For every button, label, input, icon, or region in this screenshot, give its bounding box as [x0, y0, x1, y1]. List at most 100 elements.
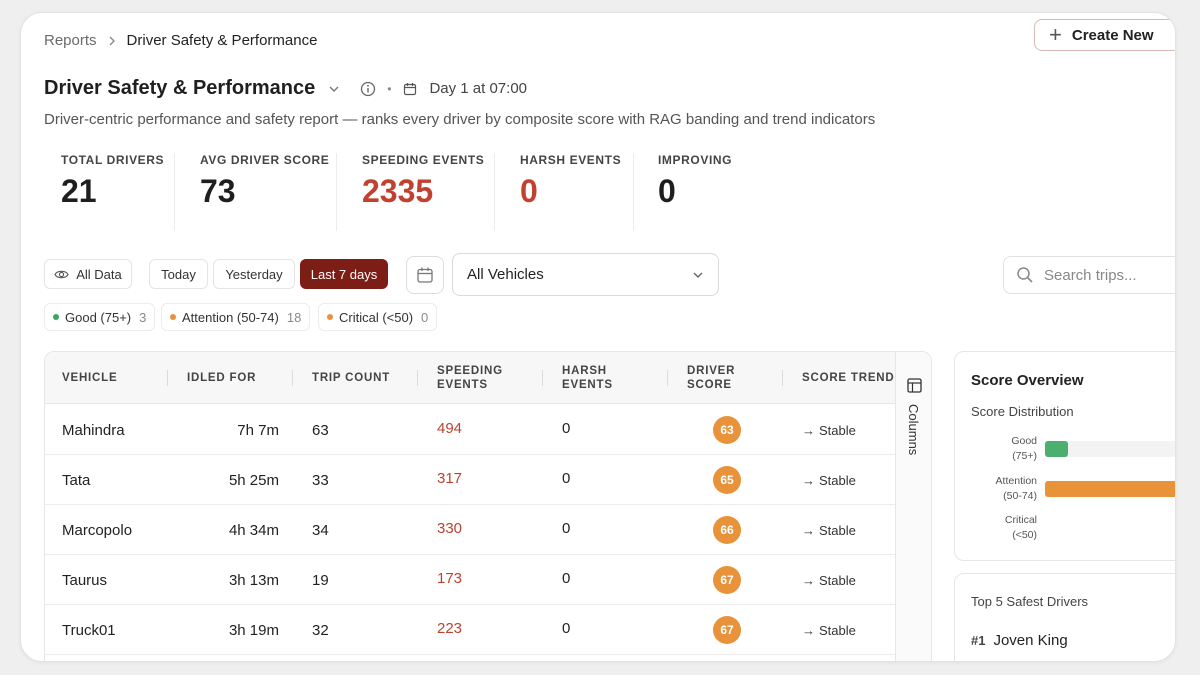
plus-icon: + — [1049, 22, 1062, 47]
band-attention-chip[interactable]: Attention (50-74) 18 — [161, 303, 311, 331]
safest-driver-item[interactable]: #1 Joven King — [971, 632, 1068, 649]
score-badge: 66 — [713, 516, 741, 544]
date-picker-button[interactable] — [406, 256, 444, 294]
arrow-right-icon: → — [802, 522, 815, 538]
arrow-right-icon: → — [802, 622, 815, 638]
kpi-value: 2335 — [362, 173, 434, 209]
safest-drivers-panel: Top 5 Safest Drivers #1 Joven King — [954, 573, 1175, 661]
kpi-total-drivers: TOTAL DRIVERS 21 — [61, 153, 164, 231]
band-dot — [53, 314, 59, 320]
dist-track — [1045, 481, 1175, 497]
trend-label: Stable — [819, 422, 856, 438]
breadcrumb: Reports Driver Safety & Performance — [44, 32, 317, 49]
dist-track — [1045, 441, 1175, 457]
table-row[interactable]: Marcopolo 4h 34m 34 330 0 66 → Stable — [45, 505, 895, 555]
header-idled-for[interactable]: IDLED FOR — [187, 352, 256, 404]
cell-idled-for: 7h 7m — [237, 421, 279, 439]
band-critical-chip[interactable]: Critical (<50) 0 — [318, 303, 438, 331]
kpi-divider — [633, 153, 634, 231]
column-divider — [782, 370, 783, 386]
info-icon[interactable] — [359, 80, 377, 98]
search-placeholder: Search trips... — [1044, 266, 1137, 284]
dist-label-range: (50-74) — [1003, 490, 1037, 502]
range-yesterday-button[interactable]: Yesterday — [213, 259, 295, 289]
header-trip-count[interactable]: TRIP COUNT — [312, 352, 390, 404]
kpi-divider — [336, 153, 337, 231]
cell-vehicle: Taurus — [62, 571, 108, 589]
dist-track — [1045, 520, 1175, 536]
cell-trip-count: 32 — [312, 621, 329, 639]
band-count: 0 — [421, 309, 429, 325]
band-label: Good (75+) — [65, 309, 132, 325]
dist-label-name: Critical — [1004, 514, 1037, 526]
kpi-label: IMPROVING — [658, 153, 733, 167]
page-title: Driver Safety & Performance — [44, 77, 316, 99]
dist-bar-good — [1045, 441, 1068, 457]
driver-rank: #1 — [971, 633, 986, 648]
search-trips-input[interactable]: Search trips... — [1003, 256, 1175, 294]
dist-label-attention: Attention (50-74) — [975, 474, 1037, 504]
cell-idled-for: 4h 34m — [228, 521, 279, 539]
kpi-improving: IMPROVING 0 — [658, 153, 732, 231]
title-row: Driver Safety & Performance • Day 1 at 0… — [44, 77, 527, 100]
range-today-button[interactable]: Today — [149, 259, 208, 289]
header-speeding-events[interactable]: SPEEDING EVENTS — [437, 352, 527, 404]
header-harsh-events[interactable]: HARSH EVENTS — [562, 352, 632, 404]
cell-driver-score: 63 — [713, 405, 741, 455]
trend-label: Stable — [819, 572, 856, 588]
table-row[interactable]: Truck01 3h 19m 32 223 0 67 → Stable — [45, 605, 895, 655]
header-driver-score[interactable]: DRIVER SCORE — [687, 352, 757, 404]
driver-name: Joven King — [993, 632, 1068, 649]
cell-harsh-events: 0 — [562, 570, 571, 587]
score-badge: 67 — [713, 616, 741, 644]
cell-harsh-events: 0 — [562, 420, 571, 437]
columns-toggle[interactable]: Columns — [895, 352, 931, 661]
cell-trip-count: 34 — [312, 521, 329, 539]
band-count: 18 — [286, 309, 302, 325]
score-badge: 67 — [713, 566, 741, 594]
cell-speeding-events: 173 — [437, 570, 463, 587]
safest-drivers-title: Top 5 Safest Drivers — [971, 594, 1089, 609]
dist-label-critical: Critical (<50) — [975, 513, 1037, 543]
score-badge: 63 — [713, 416, 741, 444]
header-score-trend[interactable]: SCORE TREND — [802, 352, 895, 404]
chevron-down-icon[interactable] — [325, 80, 343, 98]
table-row[interactable]: Tata 5h 25m 33 317 0 65 → Stable — [45, 455, 895, 505]
kpi-label: TOTAL DRIVERS — [61, 153, 165, 167]
trend-label: Stable — [819, 472, 856, 488]
cell-idled-for: 5h 25m — [228, 471, 279, 489]
cell-trip-count: 19 — [312, 571, 329, 589]
dist-label-name: Good — [1011, 435, 1037, 447]
dist-label-name: Attention — [995, 475, 1037, 487]
app-window: Reports Driver Safety & Performance + Cr… — [20, 12, 1176, 662]
column-divider — [417, 370, 418, 386]
chevron-right-icon — [107, 36, 117, 46]
cell-speeding-events: 317 — [437, 470, 463, 487]
cell-driver-score: 66 — [713, 505, 741, 555]
report-timestamp: Day 1 at 07:00 — [429, 80, 528, 97]
band-good-chip[interactable]: Good (75+) 3 — [44, 303, 156, 331]
search-icon — [1016, 266, 1034, 284]
breadcrumb-reports-link[interactable]: Reports — [44, 32, 97, 49]
cell-score-trend: → Stable — [802, 505, 856, 555]
create-new-label: Create New — [1071, 26, 1154, 44]
header-vehicle[interactable]: VEHICLE — [62, 352, 117, 404]
table-row[interactable]: Taurus 3h 13m 19 173 0 67 → Stable — [45, 555, 895, 605]
drivers-table: VEHICLE IDLED FOR TRIP COUNT SPEEDING EV… — [44, 351, 932, 661]
table-row[interactable]: Mahindra 7h 7m 63 494 0 63 → Stable — [45, 405, 895, 455]
score-badge: 65 — [713, 466, 741, 494]
kpi-value: 73 — [200, 173, 236, 209]
page-subtitle: Driver-centric performance and safety re… — [44, 111, 876, 128]
all-data-label: All Data — [76, 266, 122, 282]
cell-idled-for: 3h 13m — [228, 571, 279, 589]
cell-vehicle: Tata — [62, 471, 91, 489]
create-new-button[interactable]: + Create New — [1034, 19, 1175, 51]
cell-harsh-events: 0 — [562, 620, 571, 637]
cell-vehicle: Mahindra — [62, 421, 125, 439]
band-label: Attention (50-74) — [182, 309, 279, 325]
all-data-button[interactable]: All Data — [44, 259, 132, 289]
kpi-value: 0 — [520, 173, 538, 209]
range-last-7-days-button[interactable]: Last 7 days — [300, 259, 388, 289]
cell-driver-score: 65 — [713, 455, 741, 505]
vehicle-select[interactable]: All Vehicles — [452, 253, 719, 296]
